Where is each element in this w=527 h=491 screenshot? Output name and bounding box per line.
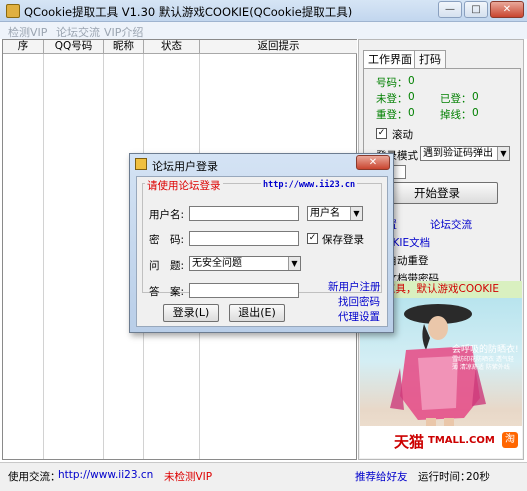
column-header-nickname[interactable]: 昵称 [104, 40, 144, 54]
column-header-qq[interactable]: QQ号码 [44, 40, 104, 54]
username-type-value: 用户名 [310, 208, 340, 219]
account-count-value: 0 [408, 75, 415, 87]
scroll-label: 滚动 [392, 129, 413, 141]
save-login-checkbox[interactable]: ✓ [307, 233, 318, 244]
dropped-value: 0 [472, 107, 479, 119]
dialog-body: 请使用论坛登录 http://www.ii23.cn 用户名: 用户名 ▼ 密 … [136, 176, 388, 327]
chevron-down-icon: ▼ [288, 257, 300, 270]
question-label: 问 题: [149, 260, 185, 272]
question-select[interactable]: 无安全问题 ▼ [189, 256, 301, 271]
proxy-settings-link[interactable]: 代理设置 [338, 309, 380, 324]
group-url: http://www.ii23.cn [261, 180, 358, 190]
not-logged-label: 未登： [376, 93, 408, 105]
tab-work[interactable]: 工作界面 [363, 50, 417, 69]
logged-value: 0 [472, 91, 479, 103]
runtime-value: 20秒 [466, 471, 490, 483]
tmall-latin: TMALL.COM [428, 435, 495, 446]
account-count-label: 号码： [376, 77, 408, 89]
username-label: 用户名: [149, 209, 185, 221]
site-url-link[interactable]: http://www.ii23.cn [58, 469, 153, 481]
start-login-button[interactable]: 开始登录 [376, 182, 498, 204]
chevron-down-icon: ▼ [497, 147, 509, 160]
menu-check-vip[interactable]: 检测VIP [8, 24, 47, 40]
relogin-value: 0 [408, 107, 415, 119]
status-bar: 使用交流： http://www.ii23.cn 未检测VIP 推荐给好友 运行… [0, 462, 527, 491]
column-header-index[interactable]: 序 [3, 40, 44, 54]
login-button[interactable]: 登录(L) [163, 304, 219, 322]
exit-button[interactable]: 退出(E) [229, 304, 285, 322]
login-mode-select[interactable]: 遇到验证码弹出 ▼ [420, 146, 510, 161]
close-button[interactable]: ✕ [490, 1, 524, 18]
minimize-button[interactable]: — [438, 1, 462, 18]
window-title: QCookie提取工具 V1.30 默认游戏COOKIE(QCookie提取工具… [24, 5, 353, 19]
recover-password-link[interactable]: 找回密码 [338, 294, 380, 309]
save-login-label: 保存登录 [322, 234, 364, 246]
chevron-down-icon: ▼ [350, 207, 362, 220]
forum-login-dialog: 论坛用户登录 ✕ 请使用论坛登录 http://www.ii23.cn 用户名:… [129, 153, 394, 333]
relogin-label: 重登： [376, 109, 408, 121]
menu-vip-intro[interactable]: VIP介绍 [104, 24, 143, 40]
username-type-select[interactable]: 用户名 ▼ [307, 206, 363, 221]
app-icon [6, 4, 20, 18]
menu-forum[interactable]: 论坛交流 [56, 24, 100, 40]
tmall-logo: 天猫 [394, 433, 425, 451]
runtime-label: 运行时间： [418, 471, 471, 483]
column-divider [43, 54, 44, 459]
column-header-status[interactable]: 状态 [144, 40, 200, 54]
scroll-checkbox[interactable]: ✓ [376, 128, 387, 139]
column-divider [103, 54, 104, 459]
group-title: 请使用论坛登录 [145, 178, 223, 193]
logged-label: 已登： [440, 93, 472, 105]
answer-label: 答 案: [149, 286, 185, 298]
dialog-icon [135, 158, 147, 170]
question-value: 无安全问题 [192, 258, 242, 269]
register-link[interactable]: 新用户注册 [328, 279, 381, 294]
login-mode-value: 遇到验证码弹出 [423, 148, 493, 159]
vip-status: 未检测VIP [164, 471, 213, 483]
taobao-icon: 淘 [502, 432, 518, 448]
dialog-title: 论坛用户登录 [152, 160, 218, 173]
not-logged-value: 0 [408, 91, 415, 103]
recommend-link[interactable]: 推荐给好友 [355, 469, 408, 484]
dropped-label: 掉线： [440, 109, 472, 121]
tab-captcha[interactable]: 打码 [414, 50, 446, 68]
column-header-message[interactable]: 返回提示 [200, 40, 357, 54]
ad-small-text: 雪纺印花防晒衣 透气轻薄 清凉舒适 防紫外线 [452, 356, 514, 371]
exchange-label: 使用交流： [8, 471, 61, 483]
password-input[interactable] [189, 231, 299, 246]
ad-tagline: 会呼吸的防晒衣! [452, 345, 519, 355]
forum-link[interactable]: 论坛交流 [430, 217, 472, 232]
answer-input[interactable] [189, 283, 299, 298]
maximize-button[interactable]: □ [464, 1, 488, 18]
username-input[interactable] [189, 206, 299, 221]
dialog-close-button[interactable]: ✕ [356, 155, 390, 170]
password-label: 密 码: [149, 234, 185, 246]
